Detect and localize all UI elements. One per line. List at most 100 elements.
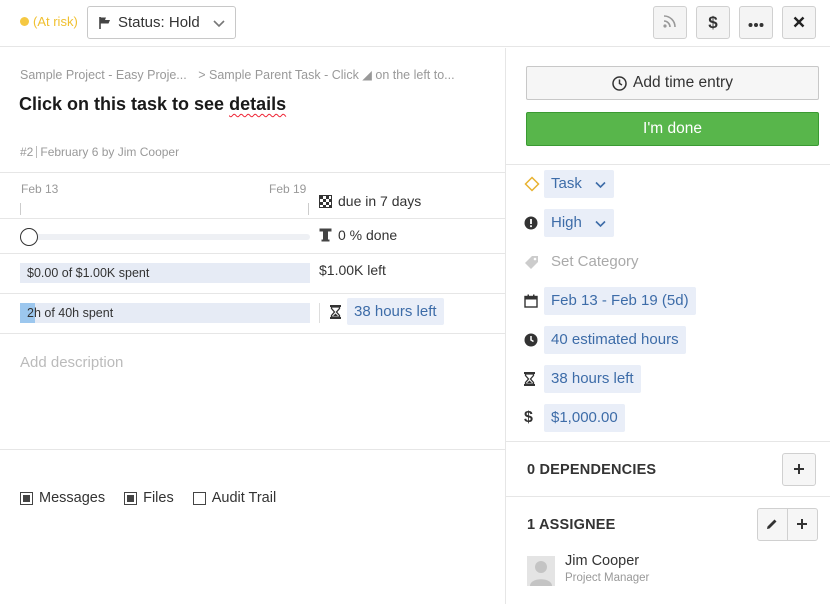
done-indicator: 0 % done <box>319 227 397 243</box>
hours-left-value[interactable]: 38 hours left <box>544 365 641 393</box>
divider <box>0 449 505 450</box>
plus-icon <box>796 517 808 533</box>
divider <box>506 441 830 442</box>
gauge-icon <box>319 228 332 242</box>
estimate-value[interactable]: 40 estimated hours <box>544 326 686 354</box>
add-assignee-button[interactable] <box>788 509 817 540</box>
tag-icon <box>524 255 544 270</box>
calendar-icon <box>524 294 544 308</box>
tab-files-label: Files <box>143 490 174 506</box>
chevron-down-icon <box>594 178 607 191</box>
priority-value: High <box>551 214 582 231</box>
dollar-icon: $ <box>708 12 718 32</box>
budget-button[interactable]: $ <box>696 6 730 39</box>
task-number: #2 <box>20 145 34 159</box>
task-created: February 6 by Jim Cooper <box>40 145 180 159</box>
edit-assignee-button[interactable] <box>758 509 788 540</box>
due-label: due in 7 days <box>338 193 422 209</box>
rss-icon <box>662 13 678 32</box>
tab-audit-trail[interactable]: Audit Trail <box>192 490 277 506</box>
tab-messages-label: Messages <box>39 490 106 506</box>
task-main-panel: Sample Project - Easy Proje... > Sample … <box>0 48 505 604</box>
close-icon <box>793 15 805 31</box>
more-icon <box>748 15 764 31</box>
due-indicator: due in 7 days <box>319 193 421 209</box>
risk-indicator: (At risk) <box>20 14 78 29</box>
divider <box>0 218 505 219</box>
category-selector[interactable]: Set Category <box>544 248 646 276</box>
tab-messages[interactable]: Messages <box>20 490 105 506</box>
budget-spent-label: $0.00 of $1.00K spent <box>27 266 150 280</box>
close-button[interactable] <box>782 6 816 39</box>
clock-icon <box>612 75 627 91</box>
hours-left-property: 38 hours left <box>524 364 641 394</box>
progress-track <box>29 234 310 240</box>
divider <box>506 164 830 165</box>
breadcrumb-project[interactable]: Sample Project - Easy Proje... <box>20 68 187 82</box>
category-property: Set Category <box>524 247 646 277</box>
files-checkbox[interactable] <box>124 491 138 505</box>
hours-bar: 2h of 40h spent <box>20 303 310 323</box>
task-header: (At risk) Status: Hold $ <box>0 0 830 47</box>
pencil-icon <box>766 517 778 533</box>
chevron-down-icon <box>212 16 226 34</box>
task-title-misspelled-word: details <box>229 94 287 114</box>
assignee-title: 1 ASSIGNEE <box>527 517 616 533</box>
done-label: 0 % done <box>338 227 398 243</box>
tab-audit-trail-label: Audit Trail <box>211 490 277 506</box>
assignee-role: Project Manager <box>565 572 650 584</box>
breadcrumb-parent-task[interactable]: > Sample Parent Task - Click ◢ on the le… <box>198 68 454 82</box>
tab-files[interactable]: Files <box>124 490 174 506</box>
rss-button[interactable] <box>653 6 687 39</box>
dates-value[interactable]: Feb 13 - Feb 19 (5d) <box>544 287 696 315</box>
assignee-name[interactable]: Jim Cooper <box>565 553 639 569</box>
chevron-down-icon <box>594 217 607 230</box>
description-input[interactable]: Add description <box>20 354 123 371</box>
messages-checkbox[interactable] <box>20 491 33 505</box>
exclamation-circle-icon <box>524 216 544 230</box>
divider <box>319 303 320 323</box>
plus-icon <box>793 462 805 478</box>
timeline-start-date: Feb 13 <box>21 182 59 196</box>
dependencies-title: 0 DEPENDENCIES <box>527 462 657 478</box>
divider <box>0 293 505 294</box>
timeline-end-tick <box>308 203 309 215</box>
audit-trail-checkbox[interactable] <box>192 491 206 505</box>
hourglass-icon <box>330 304 341 319</box>
priority-property: High <box>524 208 614 238</box>
task-sidebar: Add time entry I'm done Task High Set Ca… <box>505 48 830 604</box>
divider <box>506 496 830 497</box>
estimate-property: 40 estimated hours <box>524 325 686 355</box>
hours-left-indicator: 38 hours left <box>330 298 444 325</box>
progress-handle[interactable] <box>20 228 38 246</box>
type-property: Task <box>524 169 614 199</box>
task-meta: #2 February 6 by Jim Cooper <box>20 145 179 159</box>
task-title[interactable]: Click on this task to see details <box>19 94 286 115</box>
budget-left-label: $1.00K left <box>319 262 386 278</box>
status-dropdown[interactable]: Status: Hold <box>87 6 236 39</box>
type-dropdown[interactable]: Task <box>544 170 614 198</box>
add-dependency-button[interactable] <box>782 453 816 486</box>
timeline-end-date: Feb 19 <box>269 182 307 196</box>
budget-value[interactable]: $1,000.00 <box>544 404 625 432</box>
avatar[interactable] <box>527 556 555 586</box>
checkered-flag-icon <box>319 194 332 208</box>
activity-tabs: Messages Files Audit Trail <box>20 490 295 506</box>
priority-dropdown[interactable]: High <box>544 209 614 237</box>
more-options-button[interactable] <box>739 6 773 39</box>
add-time-entry-button[interactable]: Add time entry <box>526 66 819 100</box>
breadcrumb: Sample Project - Easy Proje... > Sample … <box>20 67 455 82</box>
diamond-icon <box>524 176 544 192</box>
hourglass-icon <box>524 372 544 386</box>
hours-left-pill[interactable]: 38 hours left <box>347 298 444 325</box>
flag-icon <box>98 16 112 30</box>
divider <box>0 253 505 254</box>
timeline-start-tick <box>20 203 21 215</box>
divider <box>0 172 505 173</box>
hours-spent-label: 2h of 40h spent <box>27 306 114 320</box>
status-label: Status: Hold <box>118 14 200 31</box>
risk-label: (At risk) <box>33 14 78 29</box>
dollar-icon: $ <box>524 409 533 426</box>
clock-filled-icon <box>524 333 544 347</box>
im-done-button[interactable]: I'm done <box>526 112 819 146</box>
